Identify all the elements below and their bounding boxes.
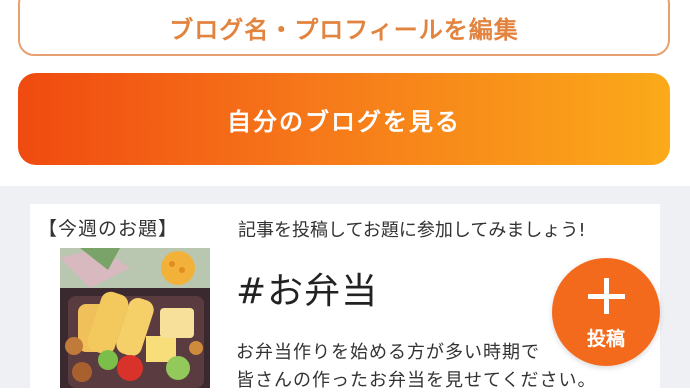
view-my-blog-label: 自分のブログを見る <box>227 107 461 136</box>
profile-actions: ブログ名・プロフィールを編集 自分のブログを見る <box>0 0 690 186</box>
post-button[interactable]: 投稿 <box>552 258 660 366</box>
post-button-label: 投稿 <box>586 328 625 350</box>
weekly-theme-description-line1: お弁当作りを始める方が多い時期で <box>236 342 540 363</box>
plus-icon <box>588 278 625 314</box>
weekly-theme-tag: 【今週のお題】 <box>38 218 179 240</box>
weekly-theme-description-line2: 皆さんの作ったお弁当を見せてください。 <box>236 370 597 391</box>
bento-image <box>60 248 210 388</box>
weekly-theme-lead: 記事を投稿してお題に参加してみましょう! <box>238 220 586 241</box>
edit-blog-profile-button[interactable]: ブログ名・プロフィールを編集 <box>18 0 670 56</box>
weekly-theme-title[interactable]: #お弁当 <box>236 262 378 314</box>
view-my-blog-button[interactable]: 自分のブログを見る <box>18 73 670 165</box>
bento-photo[interactable] <box>60 248 210 388</box>
edit-blog-profile-label: ブログ名・プロフィールを編集 <box>169 15 519 44</box>
